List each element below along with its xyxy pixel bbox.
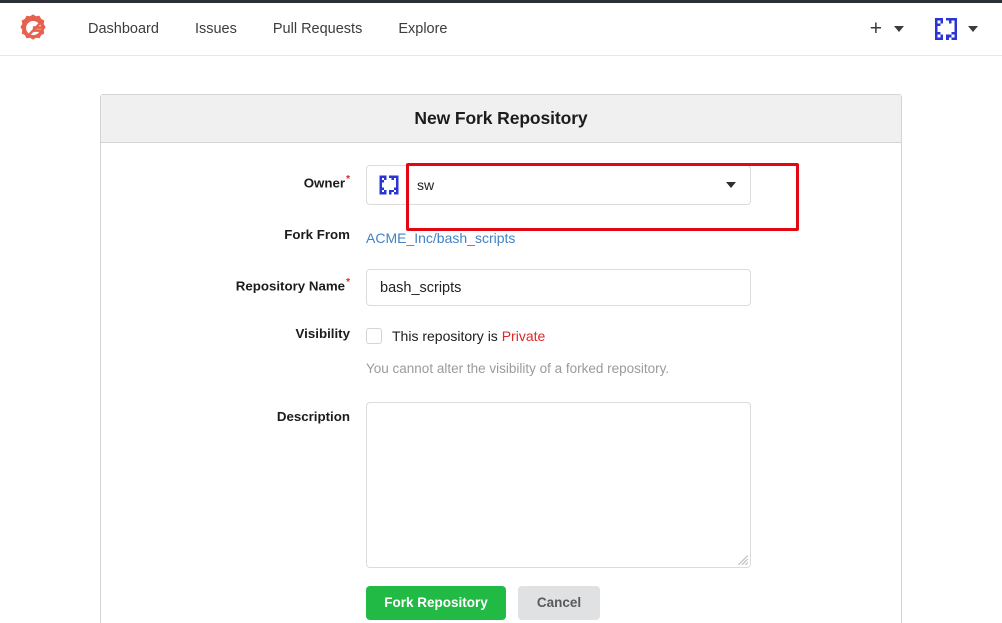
owner-selected-value: sw xyxy=(417,177,435,193)
fork-from-source-link[interactable]: ACME_Inc/bash_scripts xyxy=(366,230,515,246)
chevron-down-icon xyxy=(894,26,904,32)
navbar-right-actions: + xyxy=(864,3,984,56)
owner-label: Owner* xyxy=(101,165,366,190)
chevron-down-icon xyxy=(968,26,978,32)
visibility-checkbox-row[interactable]: This repository is Private xyxy=(366,319,901,353)
actions-spacer xyxy=(101,586,366,620)
required-marker: * xyxy=(346,277,350,288)
page-title: New Fork Repository xyxy=(414,108,588,128)
description-control xyxy=(366,401,901,568)
user-menu-button[interactable] xyxy=(926,3,984,56)
visibility-control: This repository is Private You cannot al… xyxy=(366,319,901,378)
page-content: New Fork Repository Owner* sw Fork From … xyxy=(0,56,1002,623)
repository-name-label-text: Repository Name xyxy=(235,278,346,294)
create-new-button[interactable]: + xyxy=(864,3,888,56)
repository-name-control xyxy=(366,269,901,306)
gitea-gear-logo-icon[interactable] xyxy=(16,12,50,46)
owner-select[interactable]: sw xyxy=(366,165,751,205)
fork-from-label: Fork From xyxy=(284,227,350,242)
owner-label-text: Owner xyxy=(303,175,346,191)
fork-from-control: ACME_Inc/bash_scripts xyxy=(366,221,901,255)
private-checkbox-label-prefix: This repository is xyxy=(392,328,502,344)
form-row-visibility: Visibility This repository is Private Yo… xyxy=(101,319,901,378)
description-label: Description xyxy=(276,408,350,424)
repository-name-input[interactable] xyxy=(366,269,751,306)
visibility-label: Visibility xyxy=(295,326,350,341)
form-row-fork-from: Fork From ACME_Inc/bash_scripts xyxy=(101,221,901,255)
owner-control: sw xyxy=(366,165,901,205)
private-checkbox[interactable] xyxy=(366,328,382,344)
description-textarea-wrap xyxy=(366,401,751,568)
fork-repository-form: Owner* sw Fork From ACME_Inc/bash_script… xyxy=(101,143,901,623)
form-row-repository-name: Repository Name* xyxy=(101,269,901,306)
private-emphasis: Private xyxy=(501,328,546,344)
form-row-owner: Owner* sw xyxy=(101,163,901,231)
create-new-dropdown-toggle[interactable] xyxy=(888,3,910,56)
top-navigation-bar: Dashboard Issues Pull Requests Explore + xyxy=(0,3,1002,56)
form-actions: Fork Repository Cancel xyxy=(101,585,901,620)
visibility-help-text: You cannot alter the visibility of a for… xyxy=(366,361,670,376)
user-avatar-identicon xyxy=(932,15,960,43)
description-textarea[interactable] xyxy=(366,401,751,568)
owner-avatar-identicon xyxy=(377,173,401,197)
repository-name-label: Repository Name* xyxy=(101,269,366,293)
card-header: New Fork Repository xyxy=(101,95,901,143)
nav-link-dashboard[interactable]: Dashboard xyxy=(70,3,177,56)
plus-icon: + xyxy=(869,16,882,40)
nav-link-issues[interactable]: Issues xyxy=(177,3,255,56)
cancel-button[interactable]: Cancel xyxy=(518,585,600,620)
primary-nav-links: Dashboard Issues Pull Requests Explore xyxy=(70,3,466,56)
chevron-down-icon xyxy=(726,182,736,188)
required-marker: * xyxy=(346,174,350,185)
form-row-description: Description xyxy=(101,401,901,568)
fork-repository-card: New Fork Repository Owner* sw Fork From … xyxy=(100,94,902,623)
private-checkbox-label: This repository is Private xyxy=(392,328,545,344)
fork-repository-button[interactable]: Fork Repository xyxy=(366,585,506,620)
nav-link-explore[interactable]: Explore xyxy=(380,3,465,56)
nav-link-pull-requests[interactable]: Pull Requests xyxy=(255,3,380,56)
